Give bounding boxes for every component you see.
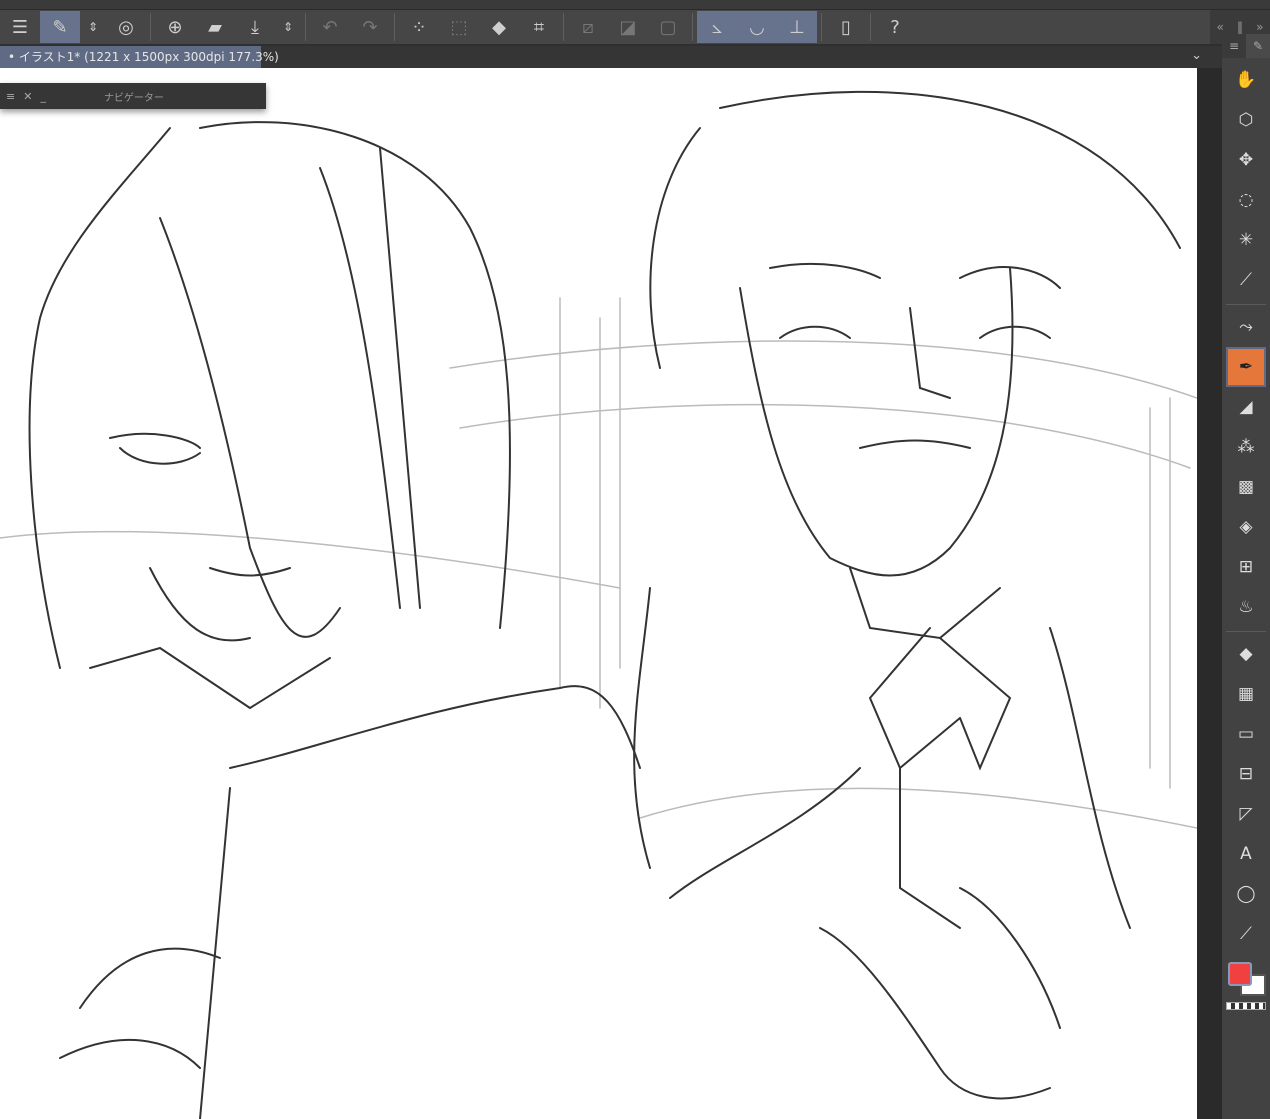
document-tab[interactable]: • イラスト1* (1221 x 1500px 300dpi 177.3%): [0, 46, 279, 68]
color-swatches: [1222, 962, 1270, 1010]
marker-tool-icon[interactable]: ◢: [1228, 389, 1264, 425]
sketch-artwork: [0, 90, 1197, 1119]
hand-tool-icon[interactable]: ✋: [1228, 62, 1264, 98]
updown-icon[interactable]: ⇕: [80, 11, 106, 43]
panel-menu-icon[interactable]: ≡: [6, 90, 15, 103]
ruler-snap-icon[interactable]: ⦣: [697, 11, 737, 43]
deselect-icon[interactable]: ⁘: [399, 11, 439, 43]
frame-tool-icon[interactable]: ⊟: [1228, 756, 1264, 792]
divider: [563, 13, 564, 41]
eyedropper-tool-icon[interactable]: ⟋: [1228, 262, 1264, 298]
navigator-title: ナビゲーター: [103, 92, 164, 104]
drawing-canvas[interactable]: [0, 68, 1197, 1119]
lasso-tool-icon[interactable]: ◌: [1228, 182, 1264, 218]
vertical-scrollbar[interactable]: [1197, 68, 1222, 1119]
liquify-tool-icon[interactable]: ⊞: [1228, 549, 1264, 585]
panel-menu-icon[interactable]: ≡: [1222, 39, 1246, 53]
tool-tab-pen-icon[interactable]: ✎: [1246, 34, 1270, 58]
divider: [150, 13, 151, 41]
eraser-tool-icon[interactable]: ◈: [1228, 509, 1264, 545]
transparent-color-swatch[interactable]: [1226, 1002, 1266, 1010]
save-icon[interactable]: ⤓: [235, 11, 275, 43]
left-figure-lines: [28, 121, 641, 1119]
special-ruler-snap-icon[interactable]: ◡: [737, 11, 777, 43]
chevron-down-icon[interactable]: ⌄: [1191, 48, 1202, 63]
transform-icon[interactable]: ⌗: [519, 11, 559, 43]
redo-icon[interactable]: ↷: [350, 11, 390, 43]
help-icon[interactable]: ?: [875, 11, 915, 43]
updown-icon-2[interactable]: ⇕: [275, 11, 301, 43]
divider: [394, 13, 395, 41]
divider: [305, 13, 306, 41]
divider: [870, 13, 871, 41]
figure-tool-icon[interactable]: ▭: [1228, 716, 1264, 752]
fill-icon[interactable]: ◆: [479, 11, 519, 43]
close-icon[interactable]: ✕: [23, 90, 32, 103]
invert-selection-icon[interactable]: ◪: [608, 11, 648, 43]
airbrush-tool-icon[interactable]: ⁂: [1228, 429, 1264, 465]
panel-grip-icon[interactable]: ‖: [1237, 20, 1243, 34]
pen-assist-tool-icon[interactable]: ⤳: [1228, 309, 1264, 345]
rough-guide-lines: [0, 297, 1197, 829]
object-tool-icon[interactable]: ⬡: [1228, 102, 1264, 138]
minimize-icon[interactable]: _: [40, 90, 46, 103]
move-tool-icon[interactable]: ✥: [1228, 142, 1264, 178]
ruler-tool-icon[interactable]: ◸: [1228, 796, 1264, 832]
selection-icon[interactable]: ⬚: [439, 11, 479, 43]
document-tab-bar: • イラスト1* (1221 x 1500px 300dpi 177.3%) ⌄: [0, 46, 1222, 68]
right-figure-lines: [633, 90, 1181, 1100]
divider: [1226, 304, 1266, 305]
navigator-panel: ≡ ✕ _ ナビゲーター: [0, 83, 266, 109]
clear-outside-icon[interactable]: ⧄: [568, 11, 608, 43]
divider: [692, 13, 693, 41]
gradient-tool-icon[interactable]: ▦: [1228, 676, 1264, 712]
open-folder-icon[interactable]: ▰: [195, 11, 235, 43]
show-selection-icon[interactable]: ▢: [648, 11, 688, 43]
decoration-tool-icon[interactable]: ▩: [1228, 469, 1264, 505]
text-tool-icon[interactable]: A: [1228, 836, 1264, 872]
collapse-left-icon[interactable]: «: [1217, 20, 1224, 34]
divider: [1226, 631, 1266, 632]
undo-icon[interactable]: ↶: [310, 11, 350, 43]
menu-bar[interactable]: [0, 0, 1270, 10]
clip-studio-icon[interactable]: ◎: [106, 11, 146, 43]
pen-tool-icon[interactable]: ✒: [1226, 347, 1266, 387]
menu-icon[interactable]: ☰: [0, 11, 40, 43]
edit-pen-icon[interactable]: ✎: [40, 11, 80, 43]
collapse-right-icon[interactable]: »: [1256, 20, 1263, 34]
divider: [821, 13, 822, 41]
grid-snap-icon[interactable]: ⊥: [777, 11, 817, 43]
foreground-color-swatch[interactable]: [1228, 962, 1252, 986]
fill-tool-icon[interactable]: ◆: [1228, 636, 1264, 672]
blend-tool-icon[interactable]: ♨: [1228, 589, 1264, 625]
tool-palette: ≡ ✎ ✋ ⬡ ✥ ◌ ✳ ⟋ ⤳ ✒ ◢ ⁂ ▩ ◈ ⊞ ♨ ◆ ▦ ▭ ⊟ …: [1222, 34, 1270, 1119]
auto-select-tool-icon[interactable]: ✳: [1228, 222, 1264, 258]
companion-mode-icon[interactable]: ▯: [826, 11, 866, 43]
correction-line-tool-icon[interactable]: ⟋: [1228, 916, 1264, 952]
balloon-tool-icon[interactable]: ◯: [1228, 876, 1264, 912]
command-bar: ☰ ✎ ⇕ ◎ ⊕ ▰ ⤓ ⇕ ↶ ↷ ⁘ ⬚ ◆ ⌗ ⧄ ◪ ▢ ⦣ ◡ ⊥ …: [0, 10, 1210, 44]
new-file-icon[interactable]: ⊕: [155, 11, 195, 43]
tool-palette-header: ≡ ✎: [1222, 34, 1270, 58]
